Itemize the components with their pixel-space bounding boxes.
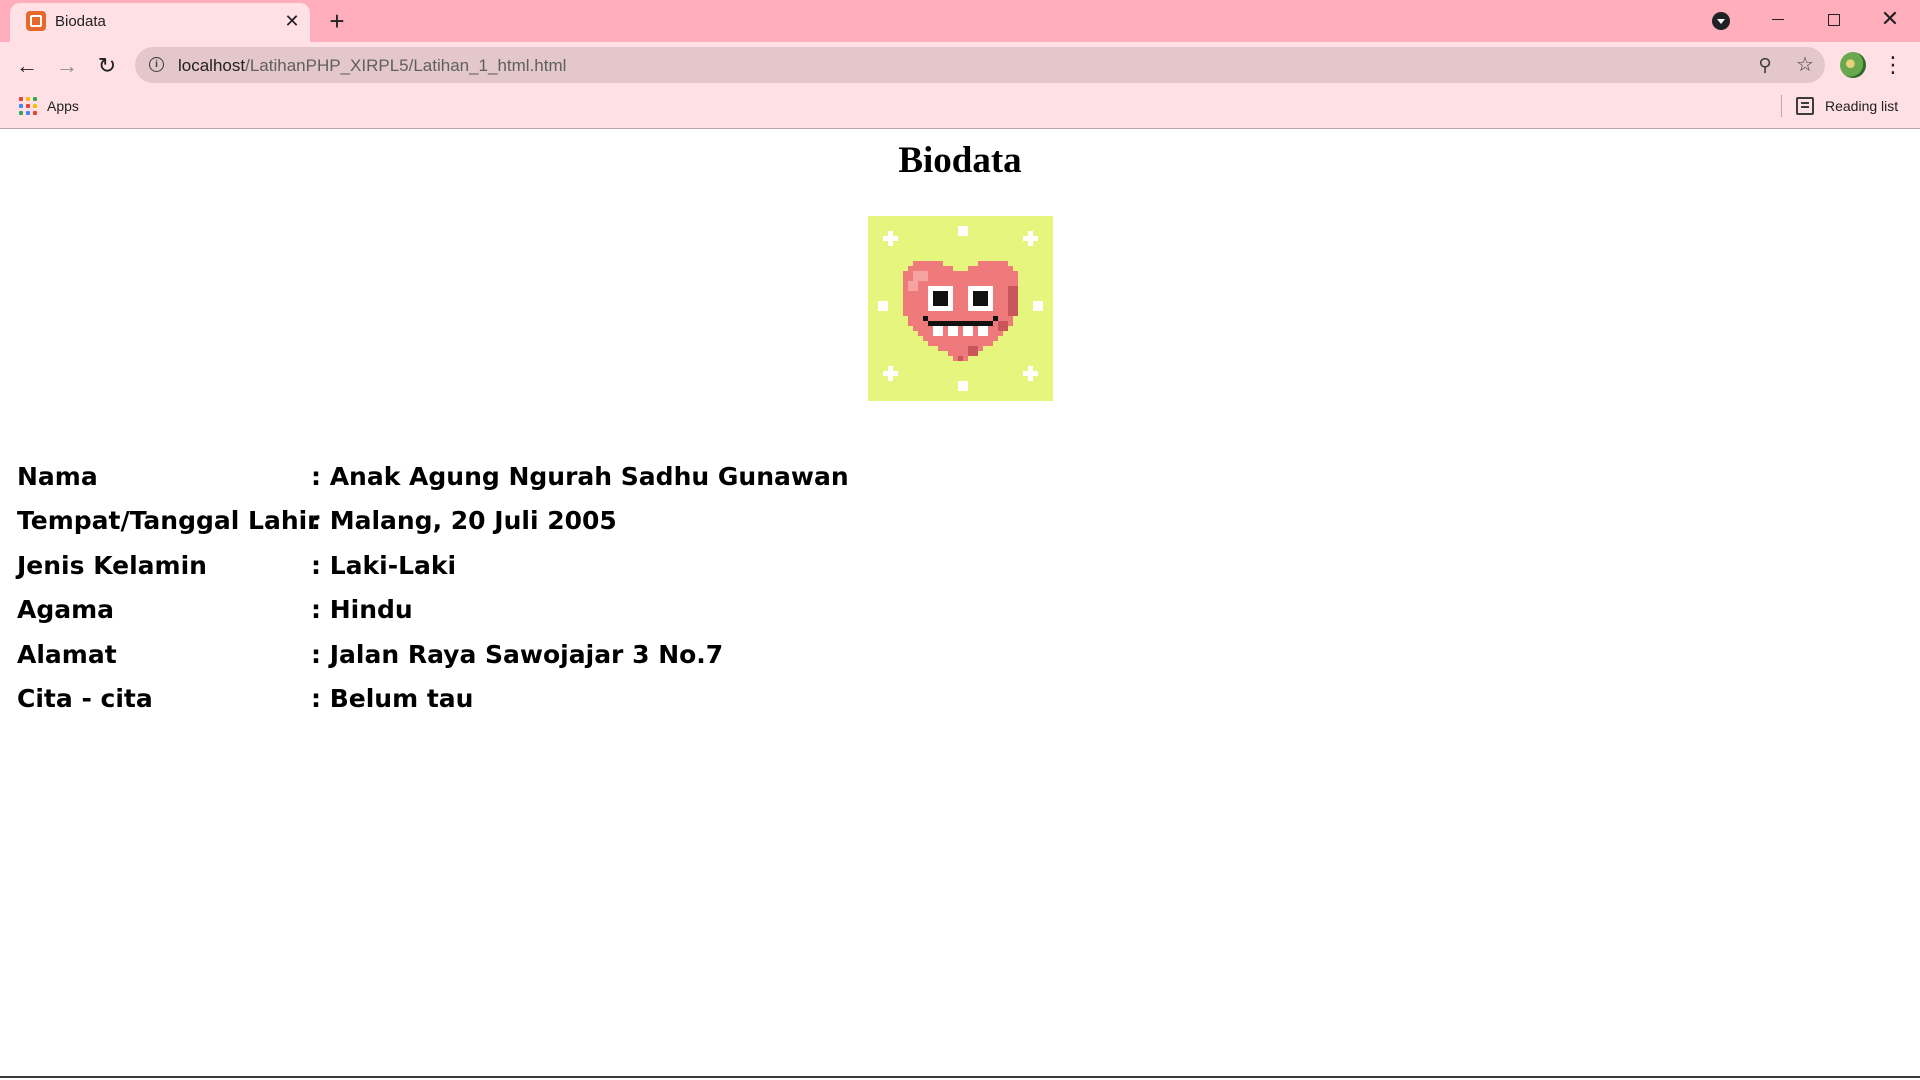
page-title: Biodata <box>898 140 1022 181</box>
new-tab-button[interactable]: + <box>323 7 351 35</box>
field-value: : Malang, 20 Juli 2005 <box>311 506 617 536</box>
field-value: : Laki-Laki <box>311 550 457 580</box>
biodata-row-tempat-tanggal-lahir: Tempat/Tanggal Lahir : Malang, 20 Juli 2… <box>17 499 849 544</box>
bookmarks-divider <box>1781 95 1782 117</box>
apps-bookmark[interactable]: Apps <box>47 98 79 114</box>
tab-search-icon[interactable] <box>1712 12 1730 30</box>
field-value: : Hindu <box>311 595 413 625</box>
url-host: localhost <box>178 56 246 75</box>
field-label: Jenis Kelamin <box>17 550 207 580</box>
url-path: /LatihanPHP_XIRPL5/Latihan_1_html.html <box>245 56 567 75</box>
site-info-icon[interactable]: i <box>149 57 164 72</box>
minimize-button[interactable] <box>1750 0 1806 40</box>
xampp-favicon-icon <box>26 11 46 31</box>
field-value: : Jalan Raya Sawojajar 3 No.7 <box>311 639 724 669</box>
back-button[interactable]: ← <box>11 50 43 82</box>
field-value: : Anak Agung Ngurah Sadhu Gunawan <box>311 461 849 491</box>
biodata-row-cita-cita: Cita - cita : Belum tau <box>17 677 849 722</box>
address-bar[interactable]: i localhost/LatihanPHP_XIRPL5/Latihan_1_… <box>135 47 1825 83</box>
close-tab-icon[interactable]: ✕ <box>280 9 304 33</box>
maximize-button[interactable] <box>1806 0 1862 40</box>
biodata-row-agama: Agama : Hindu <box>17 588 849 633</box>
bookmarks-bar: Apps Reading list <box>0 88 1920 129</box>
page-content: Biodata Nama: Anak Agung Ngurah Sadhu G… <box>0 129 1920 1078</box>
url-text[interactable]: localhost/LatihanPHP_XIRPL5/Latihan_1_ht… <box>178 56 566 76</box>
field-label: Agama <box>17 595 115 625</box>
biodata-row-jenis-kelamin: Jenis Kelamin : Laki-Laki <box>17 543 849 588</box>
forward-button[interactable]: → <box>51 50 83 82</box>
biodata-table: Nama : Anak Agung Ngurah Sadhu Gunawan T… <box>17 454 849 721</box>
window-bottom-border <box>0 1076 1920 1078</box>
field-value: : Belum tau <box>311 684 474 714</box>
field-label: Nama <box>17 461 98 491</box>
reading-list-button[interactable]: Reading list <box>1825 98 1898 114</box>
browser-tab[interactable]: Biodata ✕ <box>10 3 310 42</box>
biodata-row-nama: Nama : Anak Agung Ngurah Sadhu Gunawan <box>17 454 849 499</box>
profile-avatar[interactable] <box>1840 52 1866 78</box>
bookmark-star-icon[interactable]: ☆ <box>1794 54 1816 76</box>
reload-button[interactable]: ↻ <box>91 50 123 82</box>
zoom-icon[interactable]: ⚲ <box>1755 55 1775 75</box>
pixel-heart-image <box>868 216 1053 401</box>
tab-title: Biodata <box>55 13 106 30</box>
reading-list-icon[interactable] <box>1796 97 1814 115</box>
more-menu-icon[interactable]: ⋮ <box>1882 51 1904 79</box>
browser-toolbar: ← → ↻ i localhost/LatihanPHP_XIRPL5/Lati… <box>0 42 1920 88</box>
field-label: Alamat <box>17 639 117 669</box>
field-label: Tempat/Tanggal Lahir <box>17 506 320 536</box>
apps-grid-icon[interactable] <box>19 97 37 115</box>
field-label: Cita - cita <box>17 684 153 714</box>
window-close-button[interactable]: ✕ <box>1862 0 1918 40</box>
biodata-row-alamat: Alamat : Jalan Raya Sawojajar 3 No.7 <box>17 632 849 677</box>
tab-strip: Biodata ✕ + ✕ <box>0 0 1920 42</box>
